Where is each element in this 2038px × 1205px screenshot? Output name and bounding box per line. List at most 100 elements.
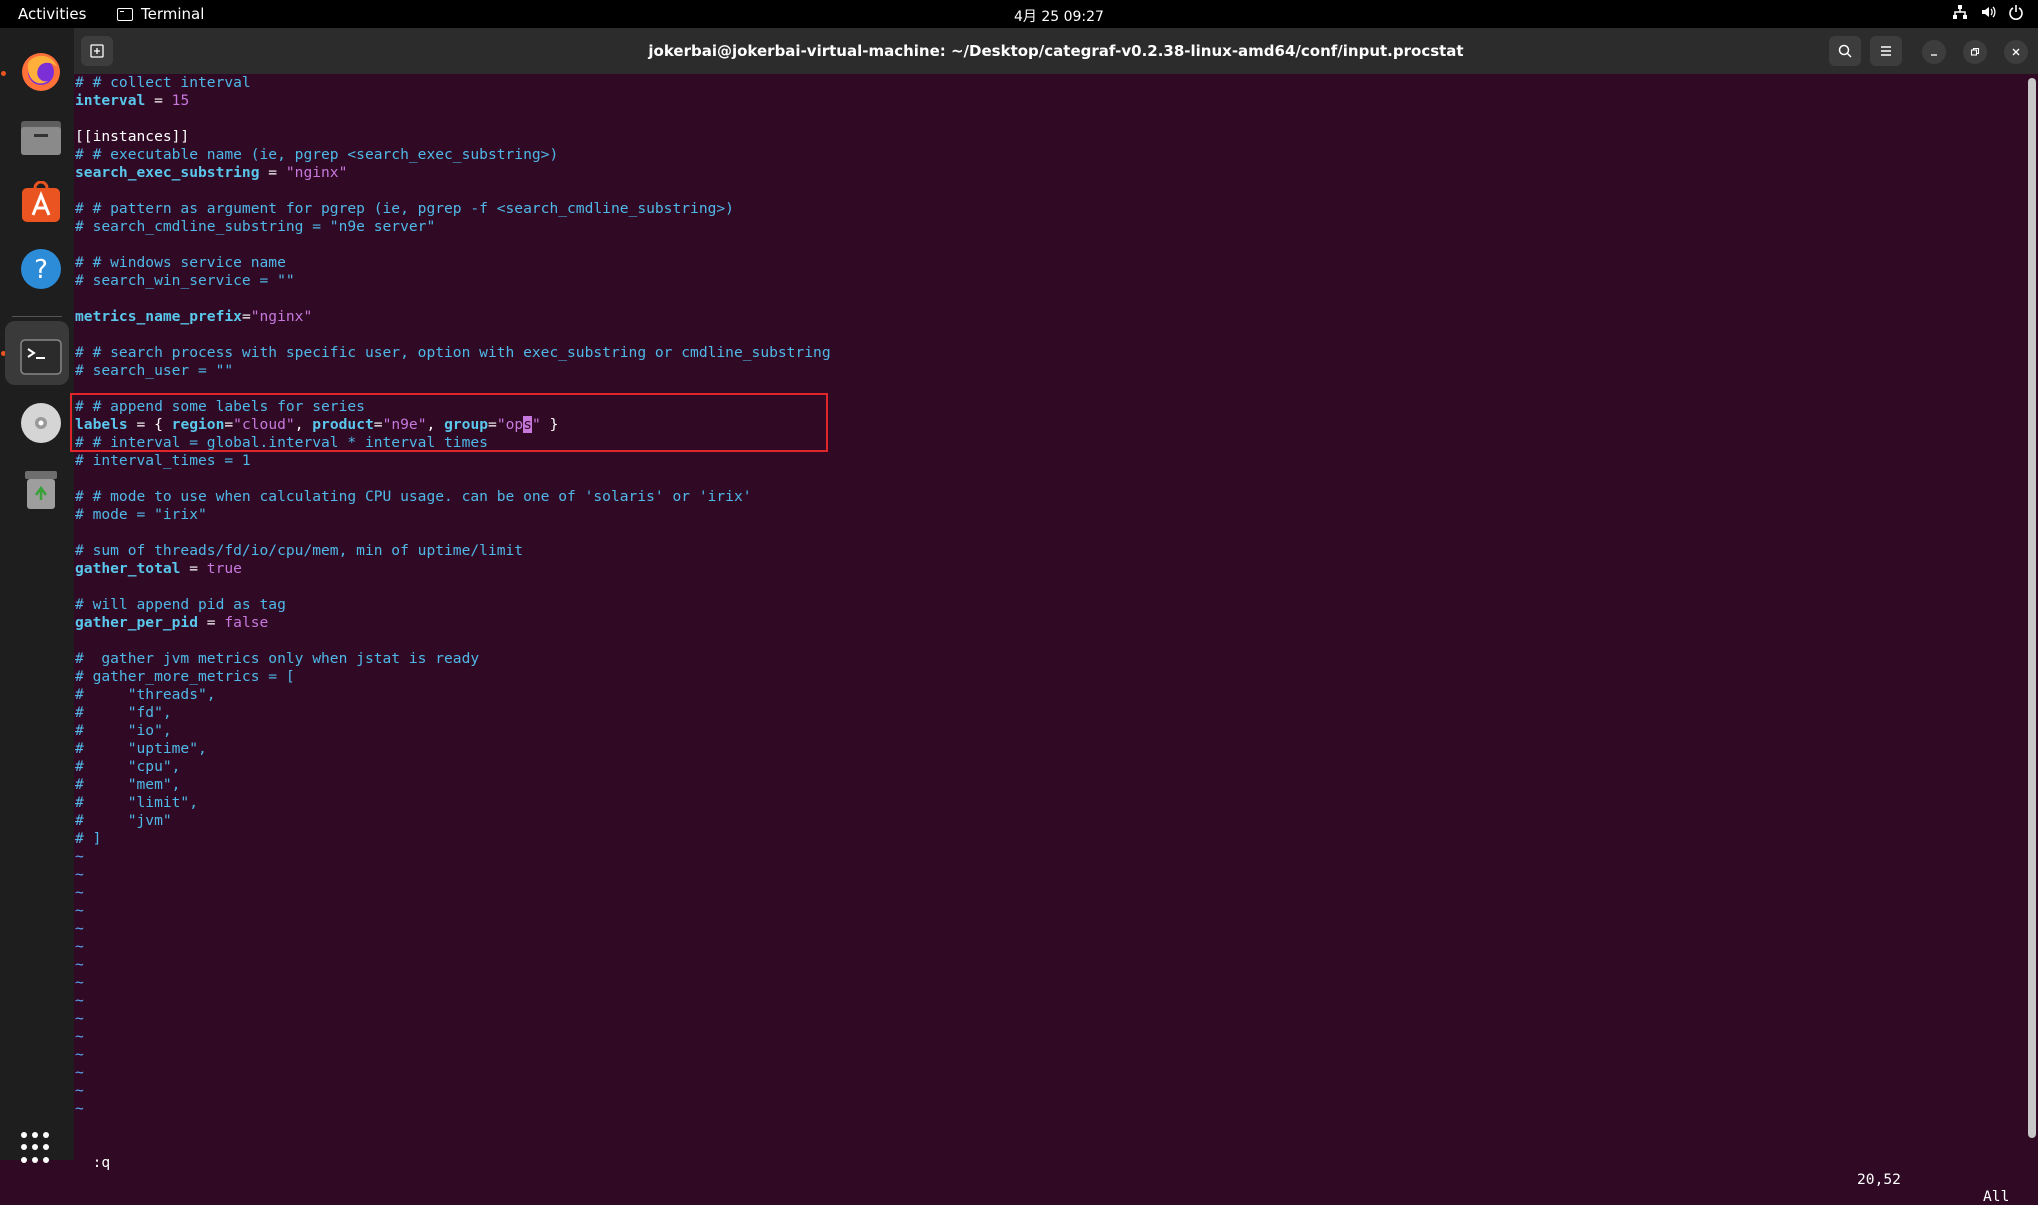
code-token: # "mem",: [75, 776, 181, 793]
code-token: search_exec_substring: [75, 164, 260, 181]
volume-icon: [1980, 4, 1996, 20]
code-token: # # executable name (ie, pgrep <search_e…: [75, 146, 559, 163]
code-line: # gather_more_metrics = [: [75, 668, 2025, 686]
code-line: ~: [75, 1082, 2025, 1100]
code-line: # "jvm": [75, 812, 2025, 830]
restore-icon: [1970, 47, 1980, 56]
code-line: ~: [75, 992, 2025, 1010]
code-line: [[instances]]: [75, 128, 2025, 146]
power-icon: [2008, 4, 2024, 20]
hamburger-menu-icon: [1881, 46, 1891, 56]
help-icon: ?: [21, 249, 61, 289]
dock-trash[interactable]: [5, 453, 69, 517]
search-icon: [1838, 44, 1852, 58]
terminal-view[interactable]: # # collect interval interval = 15 [[insta…: [74, 74, 2038, 1160]
code-token: # "fd",: [75, 704, 172, 721]
code-line: # # search process with specific user, o…: [75, 344, 2025, 362]
code-token: ~: [75, 1082, 84, 1099]
code-token: # # collect interval: [75, 74, 251, 91]
code-token: ~: [75, 992, 84, 1009]
code-token: ~: [75, 848, 84, 865]
close-button[interactable]: [2004, 40, 2028, 64]
code-token: "nginx": [250, 308, 313, 325]
code-line: search_exec_substring = "nginx": [75, 164, 2025, 182]
code-line: ~: [75, 1100, 2025, 1118]
code-line: # will append pid as tag: [75, 596, 2025, 614]
code-line: # sum of threads/fd/io/cpu/mem, min of u…: [75, 542, 2025, 560]
code-line: # "limit",: [75, 794, 2025, 812]
code-line: ~: [75, 1028, 2025, 1046]
menu-button[interactable]: [1870, 36, 1902, 66]
code-line: # "fd",: [75, 704, 2025, 722]
code-token: =: [180, 560, 207, 577]
code-token: ~: [75, 884, 84, 901]
code-token: gather_per_pid: [75, 614, 199, 631]
activities-button[interactable]: Activities: [18, 5, 86, 23]
code-line: # "io",: [75, 722, 2025, 740]
code-token: ~: [75, 1046, 84, 1063]
scroll-position: All: [1983, 1188, 2010, 1205]
code-line: metrics_name_prefix="nginx": [75, 308, 2025, 326]
code-token: 15: [171, 92, 190, 109]
code-token: =: [145, 92, 172, 109]
window-title: jokerbai@jokerbai-virtual-machine: ~/Des…: [648, 42, 1464, 60]
code-token: ~: [75, 920, 84, 937]
code-token: [[instances]]: [75, 128, 190, 145]
dock-help[interactable]: ?: [5, 233, 69, 297]
code-token: false: [224, 614, 269, 631]
maximize-button[interactable]: [1963, 40, 1987, 64]
code-token: ~: [75, 1028, 84, 1045]
dock-separator: [12, 316, 62, 317]
dock-files[interactable]: [5, 101, 69, 165]
command-text: :q: [92, 1154, 111, 1171]
code-token: # # pattern as argument for pgrep (ie, p…: [75, 200, 734, 217]
code-line: # ]: [75, 830, 2025, 848]
code-token: ~: [75, 974, 84, 991]
code-token: # mode = "irix": [75, 506, 207, 523]
system-tray[interactable]: [1952, 4, 2024, 20]
code-line: # # windows service name: [75, 254, 2025, 272]
code-token: # will append pid as tag: [75, 596, 286, 613]
code-token: # "uptime",: [75, 740, 207, 757]
code-token: # # windows service name: [75, 254, 286, 271]
code-token: # "io",: [75, 722, 172, 739]
code-token: # sum of threads/fd/io/cpu/mem, min of u…: [75, 542, 524, 559]
window-header: jokerbai@jokerbai-virtual-machine: ~/Des…: [74, 28, 2038, 74]
code-token: # # search process with specific user, o…: [75, 344, 831, 361]
clock[interactable]: 4月 25 09:27: [1014, 6, 1104, 26]
code-line: # "mem",: [75, 776, 2025, 794]
app-menu[interactable]: Terminal: [117, 5, 204, 23]
cursor-position: 20,52: [1857, 1171, 1901, 1188]
code-token: ~: [75, 938, 84, 955]
code-line: # gather jvm metrics only when jstat is …: [75, 650, 2025, 668]
minimize-button[interactable]: [1922, 40, 1946, 64]
code-line: # "threads",: [75, 686, 2025, 704]
vim-buffer[interactable]: # # collect interval interval = 15 [[insta…: [75, 74, 2025, 1118]
code-token: # interval_times = 1: [75, 452, 251, 469]
code-line: # "cpu",: [75, 758, 2025, 776]
code-line: ~: [75, 1064, 2025, 1082]
search-button[interactable]: [1829, 36, 1861, 66]
show-apps-icon[interactable]: [21, 1132, 53, 1164]
dock-firefox[interactable]: [5, 35, 69, 99]
code-line: gather_per_pid = false: [75, 614, 2025, 632]
app-menu-label: Terminal: [141, 5, 205, 23]
vim-command-line[interactable]: :q 20,52 All: [75, 1137, 2025, 1205]
scrollbar[interactable]: [2028, 78, 2036, 1138]
code-line: ~: [75, 1046, 2025, 1064]
dock-disc[interactable]: [5, 387, 69, 451]
dock-app-center[interactable]: [5, 167, 69, 231]
dock-terminal[interactable]: [5, 321, 69, 385]
app-center-icon: [22, 181, 60, 222]
code-line: ~: [75, 1010, 2025, 1028]
code-line: # # collect interval: [75, 74, 2025, 92]
code-token: # search_win_service = "": [75, 272, 295, 289]
code-token: # gather jvm metrics only when jstat is …: [75, 650, 480, 667]
code-line: ~: [75, 974, 2025, 992]
firefox-icon: [22, 53, 60, 91]
